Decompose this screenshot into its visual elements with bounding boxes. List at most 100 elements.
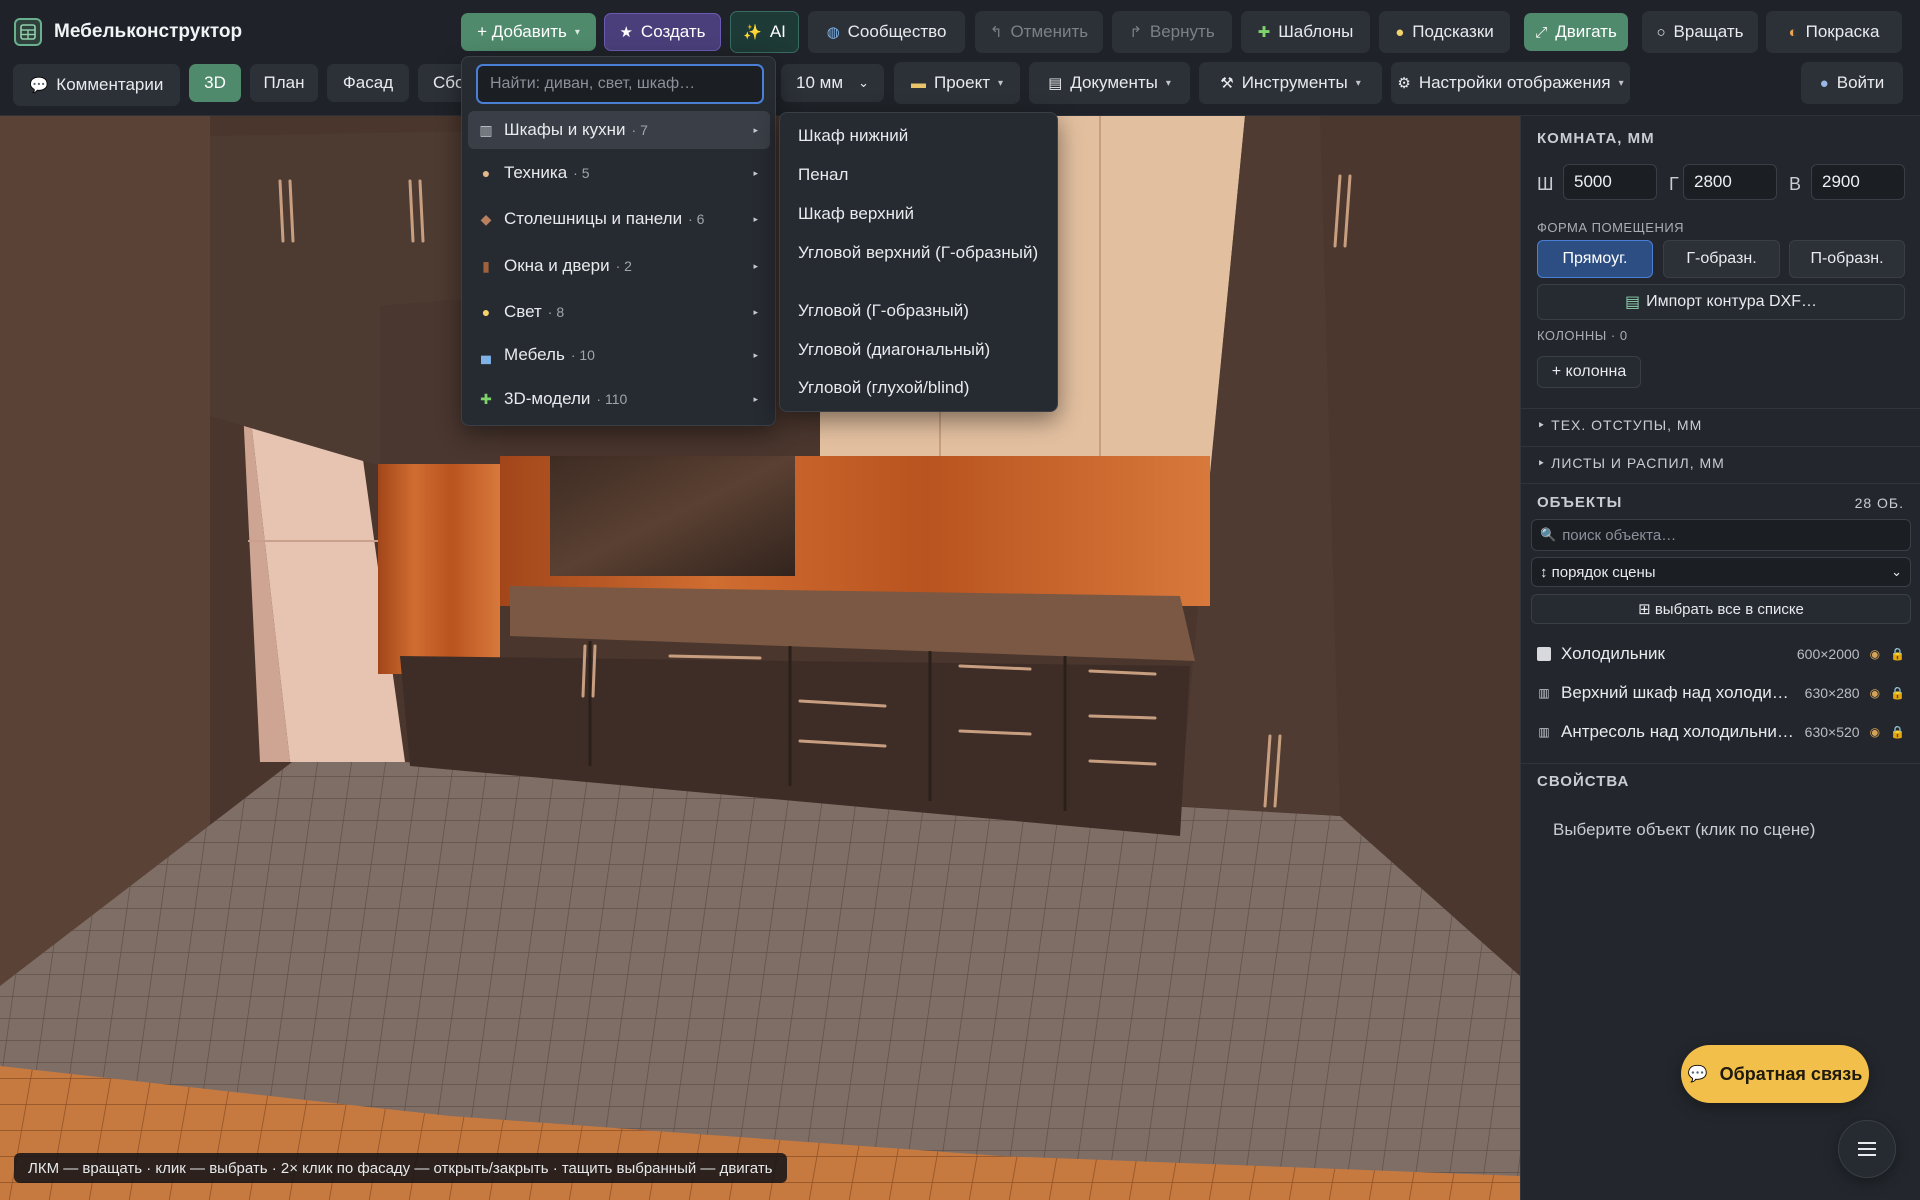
menu-category-countertops[interactable]: ◆ Столешницы и панели · 6 ▸	[468, 200, 770, 238]
width-label: Ш	[1537, 174, 1554, 194]
menu-category-label: 3D-модели	[504, 389, 591, 408]
app-logo-icon	[14, 18, 42, 46]
lightbulb-icon: ●	[1395, 23, 1405, 41]
object-row[interactable]: Холодильник 600×2000 ◉ 🔒	[1531, 636, 1911, 672]
shape-u-button[interactable]: П-образн.	[1789, 240, 1905, 278]
visibility-icon[interactable]: ◉	[1870, 725, 1880, 739]
caret-down-icon: ▾	[1165, 77, 1171, 89]
visibility-icon[interactable]: ◉	[1870, 686, 1880, 700]
paint-mode-button[interactable]: ◐ Покраска	[1766, 11, 1902, 53]
add-menu-search-input[interactable]	[476, 64, 764, 104]
documents-menu-button[interactable]: ▤ Документы ▾	[1029, 62, 1190, 104]
document-icon: ▤	[1625, 294, 1641, 311]
view-plan-tab[interactable]: План	[250, 64, 318, 102]
object-sort-select[interactable]: ↕ порядок сцены ⌄	[1531, 557, 1911, 587]
submenu-item-corner-diagonal[interactable]: Угловой (диагональный)	[798, 340, 1048, 360]
properties-empty-text: Выберите объект (клик по сцене)	[1553, 820, 1816, 839]
submenu-item-corner-l[interactable]: Угловой (Г-образный)	[798, 301, 1048, 321]
object-size: 630×520	[1804, 724, 1860, 740]
menu-category-windows-doors[interactable]: ▮ Окна и двери · 2 ▸	[468, 247, 770, 285]
properties-panel: КОМНАТА, ММ Ш Г В ФОРМА ПОМЕЩЕНИЯ Прямоу…	[1520, 116, 1920, 1200]
menu-category-3d-models[interactable]: ✚ 3D-модели · 110 ▸	[468, 380, 770, 418]
add-column-button[interactable]: + колонна	[1537, 356, 1641, 388]
puzzle-icon: ✚	[480, 390, 492, 407]
feedback-label: Обратная связь	[1719, 1063, 1863, 1084]
visibility-icon[interactable]: ◉	[1870, 647, 1880, 661]
redo-button[interactable]: ↱ Вернуть	[1112, 11, 1232, 53]
cabinet-icon: ▥	[479, 121, 493, 138]
move-mode-button[interactable]: ⤢ Двигать	[1524, 13, 1628, 51]
project-menu-label: Проект	[933, 73, 990, 92]
menu-category-cabinets[interactable]: ▥ Шкафы и кухни · 7 ▸	[468, 111, 770, 149]
room-section-title: КОМНАТА, ММ	[1537, 130, 1655, 147]
display-settings-button[interactable]: ⚙ Настройки отображения ▾	[1391, 62, 1630, 104]
submenu-item-corner-wall-l[interactable]: Угловой верхний (Г-образный)	[798, 243, 1048, 263]
view-facade-label: Фасад	[342, 73, 394, 92]
chevron-right-icon: ▸	[753, 213, 758, 224]
object-row[interactable]: ▥ Антресоль над холодильником 630×520 ◉ …	[1531, 714, 1911, 750]
project-menu-button[interactable]: ▬ Проект ▾	[894, 62, 1020, 104]
lock-icon[interactable]: 🔒	[1890, 725, 1905, 739]
menu-category-label: Шкафы и кухни	[504, 120, 626, 139]
object-search[interactable]: 🔍	[1531, 519, 1911, 551]
sofa-icon: ▄	[481, 347, 491, 363]
view-facade-tab[interactable]: Фасад	[327, 64, 409, 102]
select-all-button[interactable]: ⊞ выбрать все в списке	[1531, 594, 1911, 624]
rotate-icon: ○	[1656, 23, 1666, 41]
submenu-item-tall-cabinet[interactable]: Пенал	[798, 165, 1048, 185]
shape-l-button[interactable]: Г-образн.	[1663, 240, 1780, 278]
import-dxf-button[interactable]: ▤ Импорт контура DXF…	[1537, 284, 1905, 320]
caret-down-icon: ▾	[997, 77, 1004, 89]
rotate-mode-button[interactable]: ○ Вращать	[1642, 11, 1758, 53]
object-search-input[interactable]	[1562, 526, 1902, 544]
view-3d-tab[interactable]: 3D	[189, 64, 241, 102]
sheets-label: ЛИСТЫ И РАСПИЛ, ММ	[1551, 455, 1725, 471]
community-button[interactable]: ◍ Сообщество	[808, 11, 965, 53]
room-shape-title: ФОРМА ПОМЕЩЕНИЯ	[1537, 220, 1685, 235]
step-select[interactable]: 10 мм ⌄	[781, 64, 884, 102]
documents-menu-label: Документы	[1070, 73, 1158, 92]
tech-offsets-toggle[interactable]: ‣ ТЕХ. ОТСТУПЫ, ММ	[1537, 417, 1702, 434]
create-button[interactable]: ★ Создать	[604, 13, 721, 51]
login-button[interactable]: ● Войти	[1801, 62, 1903, 104]
menu-category-furniture[interactable]: ▄ Мебель · 10 ▸	[468, 336, 770, 374]
step-value: 10 мм	[796, 73, 844, 92]
templates-button[interactable]: ✚ Шаблоны	[1241, 11, 1370, 53]
ai-button-label: AI	[769, 22, 786, 41]
ai-button[interactable]: ✨ AI	[730, 11, 799, 53]
puzzle-icon: ✚	[1257, 23, 1271, 41]
search-icon: 🔍	[1540, 527, 1557, 542]
menu-category-label: Мебель	[504, 345, 565, 364]
room-width-input[interactable]	[1563, 164, 1657, 200]
add-button[interactable]: + Добавить ▾	[461, 13, 596, 51]
submenu-item-corner-blind[interactable]: Угловой (глухой/blind)	[798, 378, 1048, 398]
feedback-button[interactable]: 💬 Обратная связь	[1681, 1045, 1869, 1103]
submenu-item-wall-cabinet[interactable]: Шкаф верхний	[798, 204, 1048, 224]
move-mode-label: Двигать	[1555, 22, 1617, 41]
menu-fab-button[interactable]	[1838, 1120, 1896, 1178]
object-size: 600×2000	[1796, 646, 1860, 662]
room-height-input[interactable]	[1811, 164, 1905, 200]
object-name: Верхний шкаф над холодильником	[1561, 683, 1797, 702]
submenu-item-base-cabinet[interactable]: Шкаф нижний	[798, 126, 1048, 146]
redo-icon: ↱	[1129, 23, 1142, 41]
menu-category-appliances[interactable]: ● Техника · 5 ▸	[468, 154, 770, 192]
lock-icon[interactable]: 🔒	[1890, 686, 1905, 700]
redo-button-label: Вернуть	[1149, 22, 1215, 41]
menu-category-light[interactable]: ● Свет · 8 ▸	[468, 293, 770, 331]
shape-rect-button[interactable]: Прямоуг.	[1537, 240, 1653, 278]
tools-menu-label: Инструменты	[1241, 73, 1348, 92]
room-depth-input[interactable]	[1683, 164, 1777, 200]
hints-button[interactable]: ● Подсказки	[1379, 11, 1510, 53]
height-label: В	[1789, 174, 1802, 194]
menu-category-count: · 2	[615, 258, 632, 274]
sparkles-icon: ✨	[743, 23, 762, 41]
object-name: Антресоль над холодильником	[1561, 722, 1797, 741]
lock-icon[interactable]: 🔒	[1890, 647, 1905, 661]
undo-button[interactable]: ↰ Отменить	[975, 11, 1103, 53]
tech-offsets-label: ТЕХ. ОТСТУПЫ, ММ	[1551, 417, 1703, 433]
sheets-toggle[interactable]: ‣ ЛИСТЫ И РАСПИЛ, ММ	[1537, 455, 1725, 472]
object-row[interactable]: ▥ Верхний шкаф над холодильником 630×280…	[1531, 675, 1911, 711]
tools-menu-button[interactable]: ⚒ Инструменты ▾	[1199, 62, 1382, 104]
comments-button[interactable]: 💬 Комментарии	[13, 64, 180, 106]
